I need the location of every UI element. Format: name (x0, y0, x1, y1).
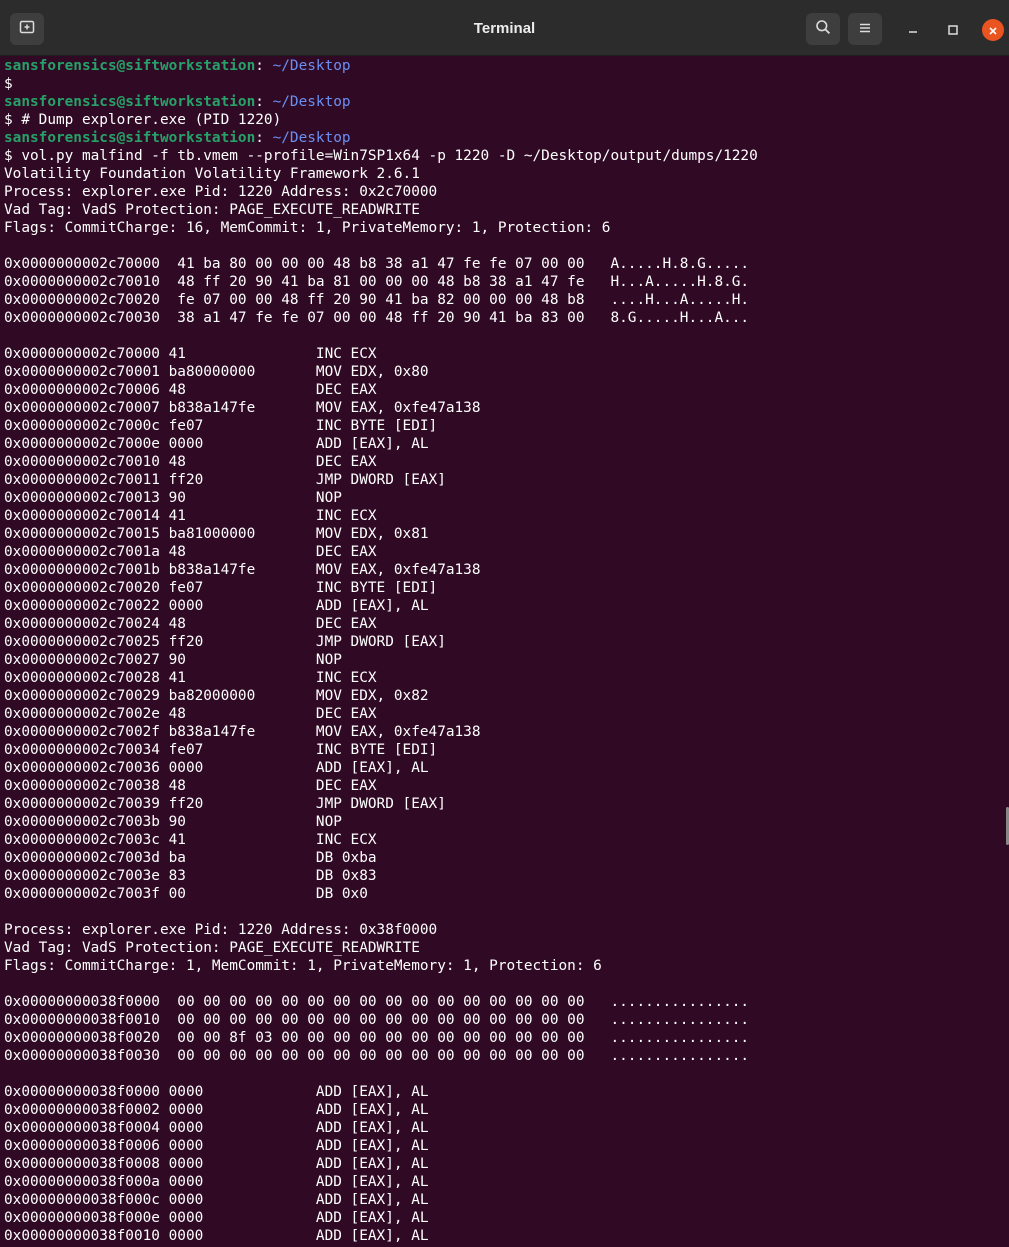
prompt-line: sansforensics@siftworkstation: ~/Desktop (4, 129, 351, 147)
prompt-separator: : (255, 58, 264, 74)
output-line: 0x0000000002c70039 ff20 JMP DWORD [EAX] (4, 796, 446, 812)
maximize-button[interactable] (942, 19, 964, 41)
output-line: 0x0000000002c70011 ff20 JMP DWORD [EAX] (4, 472, 446, 488)
output-line: 0x0000000002c7002e 48 DEC EAX (4, 706, 377, 722)
search-button[interactable] (806, 13, 840, 45)
output-line: 0x00000000038f000c 0000 ADD [EAX], AL (4, 1192, 429, 1208)
output-line: 0x0000000002c70030 38 a1 47 fe fe 07 00 … (4, 310, 750, 326)
output-line: 0x00000000038f000e 0000 ADD [EAX], AL (4, 1210, 429, 1226)
output-line: 0x0000000002c70029 ba82000000 MOV EDX, 0… (4, 688, 429, 704)
output-line: Process: explorer.exe Pid: 1220 Address:… (4, 922, 438, 938)
hamburger-menu-icon (858, 20, 872, 39)
output-line: 0x0000000002c7003d ba DB 0xba (4, 850, 377, 866)
output-line: 0x0000000002c70022 0000 ADD [EAX], AL (4, 598, 429, 614)
output-line: Process: explorer.exe Pid: 1220 Address:… (4, 184, 438, 200)
close-icon (988, 21, 998, 40)
output-line: 0x0000000002c7003e 83 DB 0x83 (4, 868, 377, 884)
output-line: 0x0000000002c7003b 90 NOP (4, 814, 342, 830)
terminal-output[interactable]: sansforensics@siftworkstation: ~/Desktop… (0, 57, 1009, 1247)
output-line: 0x0000000002c70027 90 NOP (4, 652, 342, 668)
output-line: 0x0000000002c70038 48 DEC EAX (4, 778, 377, 794)
prompt-line: sansforensics@siftworkstation: ~/Desktop (4, 57, 351, 75)
output-line: 0x00000000038f0006 0000 ADD [EAX], AL (4, 1138, 429, 1154)
output-line: Flags: CommitCharge: 16, MemCommit: 1, P… (4, 220, 611, 236)
command-line: $ # Dump explorer.exe (PID 1220) (4, 112, 282, 128)
prompt-separator: : (255, 94, 264, 110)
output-line: 0x00000000038f000a 0000 ADD [EAX], AL (4, 1174, 429, 1190)
menu-button[interactable] (848, 13, 882, 45)
output-line: 0x0000000002c70000 41 INC ECX (4, 346, 377, 362)
new-tab-icon (19, 19, 35, 39)
prompt-path: ~/Desktop (263, 94, 351, 110)
search-icon (815, 19, 831, 39)
output-line: 0x0000000002c70001 ba80000000 MOV EDX, 0… (4, 364, 429, 380)
output-line: 0x0000000002c70025 ff20 JMP DWORD [EAX] (4, 634, 446, 650)
output-line: 0x0000000002c7003c 41 INC ECX (4, 832, 377, 848)
output-line: 0x0000000002c70036 0000 ADD [EAX], AL (4, 760, 429, 776)
output-line: 0x0000000002c70010 48 ff 20 90 41 ba 81 … (4, 274, 750, 290)
output-line: 0x00000000038f0004 0000 ADD [EAX], AL (4, 1120, 429, 1136)
output-line: 0x0000000002c70028 41 INC ECX (4, 670, 377, 686)
minimize-icon (907, 21, 919, 40)
output-line: Vad Tag: VadS Protection: PAGE_EXECUTE_R… (4, 202, 420, 218)
output-line: 0x0000000002c70024 48 DEC EAX (4, 616, 377, 632)
prompt-path: ~/Desktop (263, 58, 351, 74)
prompt-line: sansforensics@siftworkstation: ~/Desktop (4, 93, 351, 111)
output-line: 0x0000000002c7002f b838a147fe MOV EAX, 0… (4, 724, 481, 740)
output-line: 0x0000000002c7000c fe07 INC BYTE [EDI] (4, 418, 438, 434)
output-line: Volatility Foundation Volatility Framewo… (4, 166, 420, 182)
output-line: 0x0000000002c70007 b838a147fe MOV EAX, 0… (4, 400, 481, 416)
output-line: 0x0000000002c7003f 00 DB 0x0 (4, 886, 368, 902)
output-line: 0x0000000002c7000e 0000 ADD [EAX], AL (4, 436, 429, 452)
output-line: Flags: CommitCharge: 1, MemCommit: 1, Pr… (4, 958, 602, 974)
command-line: $ vol.py malfind -f tb.vmem --profile=Wi… (4, 148, 758, 164)
output-line: 0x0000000002c70010 48 DEC EAX (4, 454, 377, 470)
output-line: 0x00000000038f0008 0000 ADD [EAX], AL (4, 1156, 429, 1172)
output-line: 0x00000000038f0010 00 00 00 00 00 00 00 … (4, 1012, 750, 1028)
output-line: 0x0000000002c70006 48 DEC EAX (4, 382, 377, 398)
prompt-separator: : (255, 130, 264, 146)
output-line: 0x0000000002c70034 fe07 INC BYTE [EDI] (4, 742, 438, 758)
new-tab-button[interactable] (10, 13, 44, 45)
output-line: 0x0000000002c70014 41 INC ECX (4, 508, 377, 524)
title-bar: Terminal (0, 0, 1009, 56)
output-line: 0x00000000038f0030 00 00 00 00 00 00 00 … (4, 1048, 750, 1064)
prompt-path: ~/Desktop (263, 130, 351, 146)
output-line: 0x00000000038f0010 0000 ADD [EAX], AL (4, 1228, 429, 1244)
output-line: 0x0000000002c70020 fe07 INC BYTE [EDI] (4, 580, 438, 596)
prompt-user: sansforensics@siftworkstation (4, 58, 256, 74)
command-line: $ (4, 76, 22, 92)
output-line: 0x00000000038f0000 00 00 00 00 00 00 00 … (4, 994, 750, 1010)
output-line: 0x00000000038f0020 00 00 8f 03 00 00 00 … (4, 1030, 750, 1046)
output-line: 0x0000000002c7001a 48 DEC EAX (4, 544, 377, 560)
minimize-button[interactable] (902, 19, 924, 41)
output-line: 0x0000000002c70015 ba81000000 MOV EDX, 0… (4, 526, 429, 542)
output-line: Vad Tag: VadS Protection: PAGE_EXECUTE_R… (4, 940, 420, 956)
prompt-user: sansforensics@siftworkstation (4, 130, 256, 146)
output-line: 0x0000000002c70020 fe 07 00 00 48 ff 20 … (4, 292, 750, 308)
output-line: 0x0000000002c70000 41 ba 80 00 00 00 48 … (4, 256, 750, 272)
output-line: 0x00000000038f0002 0000 ADD [EAX], AL (4, 1102, 429, 1118)
output-line: 0x0000000002c7001b b838a147fe MOV EAX, 0… (4, 562, 481, 578)
output-line: 0x00000000038f0000 0000 ADD [EAX], AL (4, 1084, 429, 1100)
maximize-icon (947, 21, 959, 40)
close-button[interactable] (982, 19, 1004, 41)
prompt-user: sansforensics@siftworkstation (4, 94, 256, 110)
output-line: 0x0000000002c70013 90 NOP (4, 490, 342, 506)
